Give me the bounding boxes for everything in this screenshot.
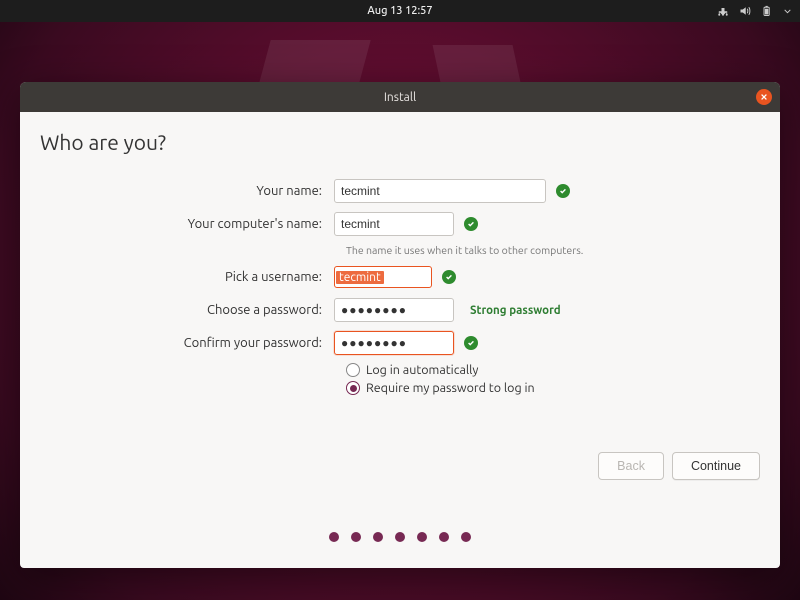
page-title: Who are you? — [20, 112, 780, 166]
password-strength: Strong password — [470, 304, 561, 317]
row-hostname: Your computer's name: — [48, 211, 752, 237]
close-button[interactable] — [756, 89, 772, 105]
progress-dot — [395, 532, 405, 542]
hostname-input[interactable] — [334, 212, 454, 236]
radio-icon — [346, 381, 360, 395]
progress-dot — [439, 532, 449, 542]
row-password: Choose a password: Strong password — [48, 297, 752, 323]
hostname-hint: The name it uses when it talks to other … — [346, 244, 752, 256]
radio-require-password[interactable]: Require my password to log in — [346, 381, 752, 395]
progress-dot — [373, 532, 383, 542]
battery-icon[interactable] — [761, 5, 773, 17]
row-name: Your name: — [48, 178, 752, 204]
progress-dot — [329, 532, 339, 542]
volume-icon[interactable] — [739, 5, 751, 17]
nav-buttons: Back Continue — [598, 452, 760, 480]
top-panel: Aug 13 12:57 — [0, 0, 800, 22]
user-form: Your name: Your computer's name: The nam… — [20, 166, 780, 395]
label-username: Pick a username: — [48, 270, 334, 284]
row-username: Pick a username: tecmint — [48, 264, 752, 290]
chevron-down-icon[interactable] — [783, 5, 792, 17]
progress-dot — [417, 532, 427, 542]
radio-auto-login[interactable]: Log in automatically — [346, 363, 752, 377]
close-icon — [760, 93, 768, 101]
clock: Aug 13 12:57 — [367, 5, 432, 17]
password-input[interactable] — [334, 298, 454, 322]
back-button[interactable]: Back — [598, 452, 664, 480]
check-icon — [464, 336, 478, 350]
username-selection: tecmint — [336, 271, 384, 284]
progress-dots — [20, 532, 780, 542]
label-name: Your name: — [48, 184, 334, 198]
progress-dot — [351, 532, 361, 542]
confirm-password-input[interactable] — [334, 331, 454, 355]
check-icon — [442, 270, 456, 284]
titlebar: Install — [20, 82, 780, 112]
radio-require-label: Require my password to log in — [366, 381, 535, 395]
network-icon[interactable] — [717, 5, 729, 17]
radio-auto-label: Log in automatically — [366, 363, 478, 377]
username-input[interactable]: tecmint — [334, 266, 432, 288]
name-input[interactable] — [334, 179, 546, 203]
check-icon — [464, 217, 478, 231]
label-confirm: Confirm your password: — [48, 336, 334, 350]
check-icon — [556, 184, 570, 198]
label-password: Choose a password: — [48, 303, 334, 317]
radio-icon — [346, 363, 360, 377]
label-hostname: Your computer's name: — [48, 217, 334, 231]
system-tray — [717, 0, 792, 22]
row-confirm: Confirm your password: — [48, 330, 752, 356]
continue-button[interactable]: Continue — [672, 452, 760, 480]
installer-window: Install Who are you? Your name: Your com… — [20, 82, 780, 568]
login-options: Log in automatically Require my password… — [346, 363, 752, 395]
progress-dot — [461, 532, 471, 542]
window-title: Install — [384, 91, 416, 104]
